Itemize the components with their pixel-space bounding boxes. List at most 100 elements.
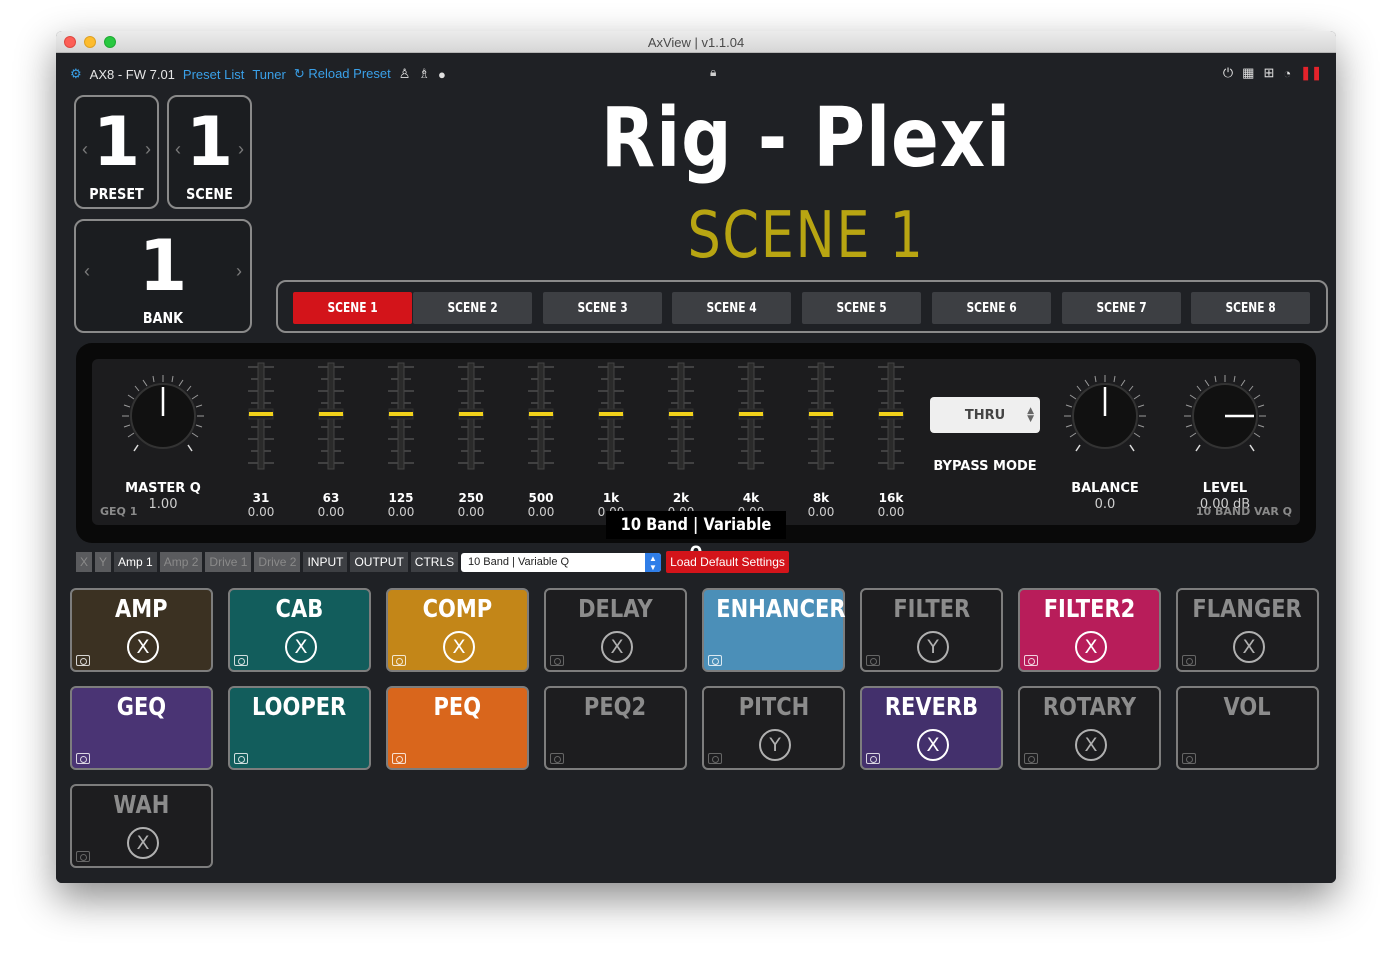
block-flanger[interactable]: FLANGER X: [1176, 588, 1319, 672]
pause-icon[interactable]: ❚❚: [1300, 65, 1322, 81]
xy-state-badge[interactable]: X: [1233, 631, 1265, 663]
block-filter2[interactable]: FILTER2 X: [1018, 588, 1161, 672]
xy-state-badge[interactable]: X: [127, 631, 159, 663]
preset-list-link[interactable]: Preset List: [183, 67, 244, 82]
bypass-mode-select[interactable]: THRU ▲ ▼: [930, 397, 1040, 433]
xy-state-badge[interactable]: X: [1075, 631, 1107, 663]
camera-icon[interactable]: [866, 655, 880, 666]
camera-icon[interactable]: [550, 655, 564, 666]
camera-icon[interactable]: [550, 753, 564, 764]
master-q-knob[interactable]: [120, 373, 206, 459]
block-amp[interactable]: AMP X: [70, 588, 213, 672]
tab-x[interactable]: X: [76, 552, 93, 572]
eq-slider-125[interactable]: [379, 361, 423, 471]
camera-icon[interactable]: [392, 753, 406, 764]
scene-selector[interactable]: ‹ › 1 SCENE: [167, 95, 252, 209]
camera-icon[interactable]: [76, 753, 90, 764]
scene-1-button[interactable]: SCENE 1: [293, 292, 412, 324]
lock-icon[interactable]: 🔒︎: [710, 65, 716, 80]
block-vol[interactable]: VOL: [1176, 686, 1319, 770]
tab-y[interactable]: Y: [95, 552, 112, 572]
camera-icon[interactable]: [76, 851, 90, 862]
block-name: CAB: [275, 594, 324, 623]
xy-state-badge[interactable]: X: [917, 729, 949, 761]
eq-slider-31[interactable]: [239, 361, 283, 471]
camera-icon[interactable]: [1182, 753, 1196, 764]
scene-7-button[interactable]: SCENE 7: [1062, 292, 1181, 324]
speedometer-icon[interactable]: ◔: [1283, 66, 1291, 81]
scene-2-button[interactable]: SCENE 2: [413, 292, 532, 324]
camera-icon[interactable]: [1024, 753, 1038, 764]
block-enhancer[interactable]: ENHANCER: [702, 588, 846, 672]
block-filter[interactable]: FILTER Y: [860, 588, 1003, 672]
block-cab[interactable]: CAB X: [228, 588, 371, 672]
xy-state-badge[interactable]: X: [443, 631, 475, 663]
tab-output[interactable]: OUTPUT: [350, 552, 408, 572]
eq-slider-500[interactable]: [519, 361, 563, 471]
block-pitch[interactable]: PITCH Y: [702, 686, 845, 770]
tab-amp-1[interactable]: Amp 1: [114, 552, 157, 572]
network-icon[interactable]: ⊞: [1263, 65, 1274, 81]
tab-amp-2[interactable]: Amp 2: [159, 552, 203, 572]
xy-state-badge[interactable]: X: [127, 827, 159, 859]
eq-slider-8k[interactable]: [799, 361, 843, 471]
scene-8-button[interactable]: SCENE 8: [1191, 292, 1310, 324]
midi-icon[interactable]: ●: [438, 67, 446, 82]
scene-3-button[interactable]: SCENE 3: [543, 292, 662, 324]
effect-type-select[interactable]: 10 Band | Variable Q ▲ ▼: [461, 553, 661, 572]
block-geq[interactable]: GEQ: [70, 686, 213, 770]
block-rotary[interactable]: ROTARY X: [1018, 686, 1161, 770]
effect-type-select-value: 10 Band | Variable Q: [468, 556, 570, 568]
eq-slider-2k[interactable]: [659, 361, 703, 471]
balance-knob[interactable]: [1062, 373, 1148, 459]
tuner-link[interactable]: Tuner: [252, 67, 285, 82]
xy-state-badge[interactable]: X: [285, 631, 317, 663]
block-comp[interactable]: COMP X: [386, 588, 529, 672]
metronome-icon[interactable]: ♙: [399, 66, 411, 82]
tab-drive-1[interactable]: Drive 1: [205, 552, 252, 572]
xy-state-badge[interactable]: Y: [759, 729, 791, 761]
level-knob[interactable]: [1182, 373, 1268, 459]
eq-slider-1k[interactable]: [589, 361, 633, 471]
block-delay[interactable]: DELAY X: [544, 588, 687, 672]
block-peq2[interactable]: PEQ2: [544, 686, 687, 770]
eq-slider-4k[interactable]: [729, 361, 773, 471]
camera-icon[interactable]: [1182, 655, 1196, 666]
xy-state-badge[interactable]: X: [601, 631, 633, 663]
scene-4-button[interactable]: SCENE 4: [672, 292, 791, 324]
tab-drive-2[interactable]: Drive 2: [254, 552, 301, 572]
camera-icon[interactable]: [234, 655, 248, 666]
tab-input[interactable]: INPUT: [303, 552, 348, 572]
load-default-settings-button[interactable]: Load Default Settings: [666, 551, 789, 573]
camera-icon[interactable]: [708, 753, 722, 764]
power-icon[interactable]: ⏻: [1223, 65, 1233, 81]
scene-6-button[interactable]: SCENE 6: [932, 292, 1051, 324]
camera-icon[interactable]: [708, 655, 722, 666]
calendar-icon[interactable]: ▦: [1242, 65, 1254, 81]
block-reverb[interactable]: REVERB X: [860, 686, 1003, 770]
reload-preset-link[interactable]: ↻ Reload Preset: [294, 66, 391, 82]
tuner-fork-icon[interactable]: ♗: [418, 66, 430, 82]
xy-state-badge[interactable]: X: [1075, 729, 1107, 761]
camera-icon[interactable]: [392, 655, 406, 666]
band-125: 125 0.00: [387, 491, 415, 519]
block-looper[interactable]: LOOPER: [228, 686, 371, 770]
eq-slider-16k[interactable]: [869, 361, 913, 471]
camera-icon[interactable]: [76, 655, 90, 666]
settings-gear-icon[interactable]: ⚙: [70, 66, 82, 82]
block-id-label: GEQ 1: [100, 505, 138, 518]
tab-ctrls[interactable]: CTRLS: [410, 552, 459, 572]
xy-state-badge[interactable]: Y: [917, 631, 949, 663]
scene-5-button[interactable]: SCENE 5: [802, 292, 921, 324]
camera-icon[interactable]: [1024, 655, 1038, 666]
block-peq[interactable]: PEQ: [386, 686, 529, 770]
preset-selector[interactable]: ‹ › 1 PRESET: [74, 95, 159, 209]
camera-icon[interactable]: [234, 753, 248, 764]
block-wah[interactable]: WAH X: [70, 784, 213, 868]
eq-slider-63[interactable]: [309, 361, 353, 471]
bank-selector[interactable]: ‹ › 1 BANK: [74, 219, 252, 333]
eq-slider-250[interactable]: [449, 361, 493, 471]
block-name: FILTER2: [1043, 594, 1136, 623]
camera-icon[interactable]: [866, 753, 880, 764]
top-nav: ⚙ AX8 - FW 7.01 Preset List Tuner ↻ Relo…: [70, 65, 446, 83]
